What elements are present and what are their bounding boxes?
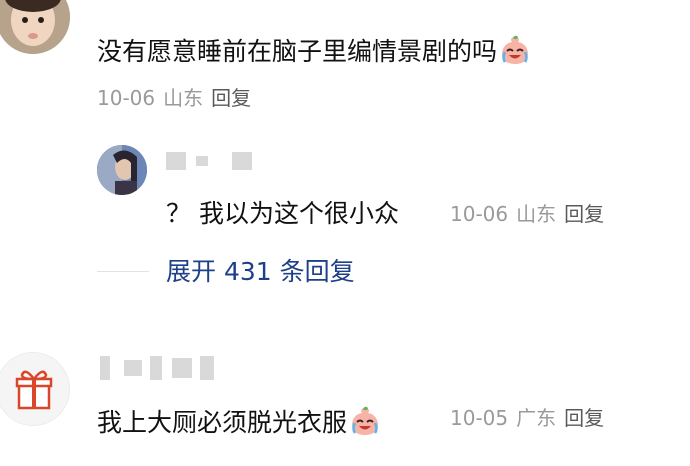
comment-text: 我上大厕必须脱光衣服 — [97, 405, 381, 441]
comment-date: 10-06 — [97, 86, 156, 110]
gift-icon — [15, 370, 53, 410]
user-avatar[interactable] — [0, 0, 70, 54]
reply-meta: 10-06 山东 回复 — [450, 204, 612, 224]
crying-laughing-peach-emoji-icon — [349, 405, 381, 441]
comment-text: 没有愿意睡前在脑子里编情景剧的吗 — [97, 34, 531, 70]
gift-avatar[interactable] — [0, 352, 70, 426]
child-portrait-icon — [0, 0, 70, 54]
reply-text: ？ 我以为这个很小众 — [166, 199, 399, 228]
comment-date: 10-05 — [450, 406, 509, 430]
comment-location: 广东 — [516, 406, 557, 430]
expand-replies-link[interactable]: 展开 431 条回复 — [166, 259, 355, 284]
reply-date: 10-06 — [450, 202, 509, 226]
reply-button[interactable]: 回复 — [211, 86, 251, 110]
reply-location: 山东 — [516, 202, 557, 226]
reply-user-avatar[interactable] — [97, 145, 147, 195]
crying-laughing-peach-emoji-icon — [499, 34, 531, 70]
comment-meta: 10-05 广东 回复 — [450, 408, 612, 428]
comment-meta: 10-06 山东 回复 — [97, 88, 259, 108]
comment-location: 山东 — [163, 86, 204, 110]
reply-button[interactable]: 回复 — [564, 406, 604, 430]
reply-button[interactable]: 回复 — [564, 202, 604, 226]
expand-divider — [97, 271, 149, 272]
person-portrait-icon — [97, 145, 147, 195]
